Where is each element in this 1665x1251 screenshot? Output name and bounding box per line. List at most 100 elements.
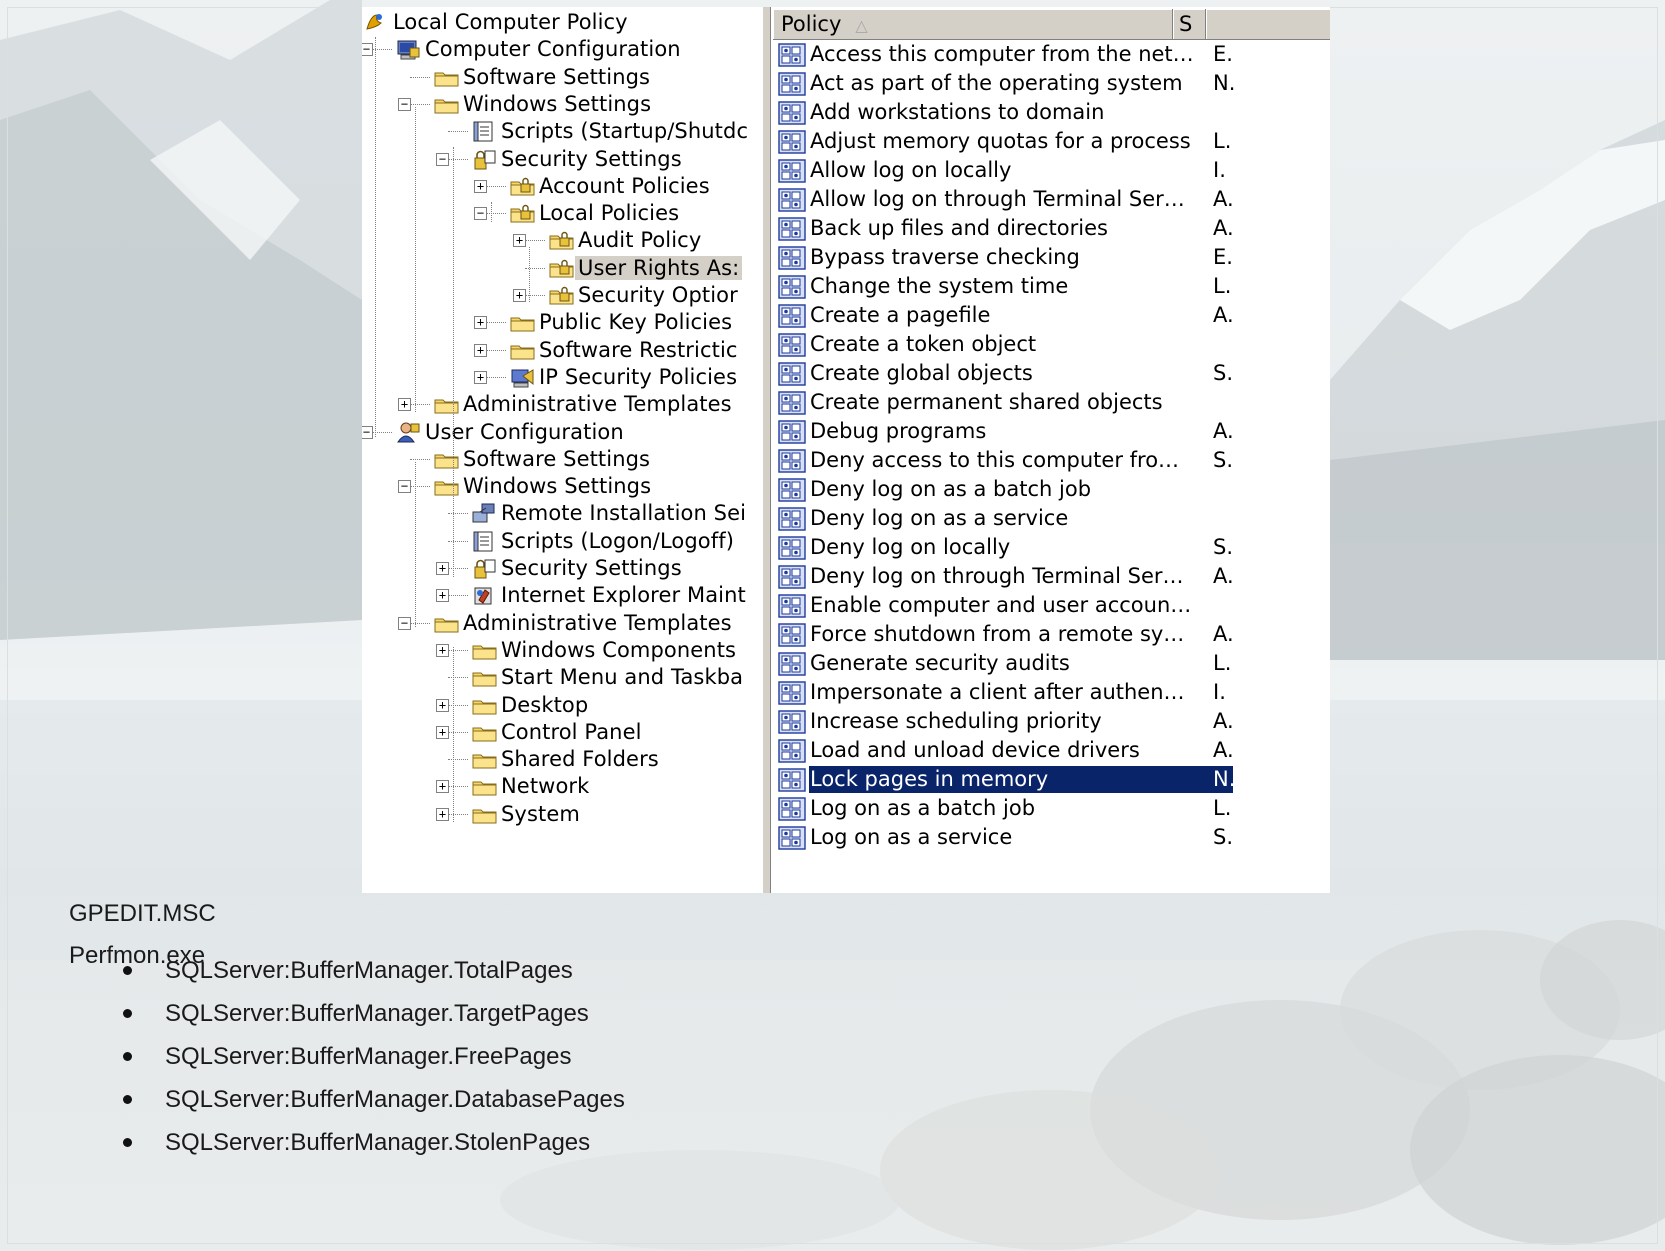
tree-node[interactable]: IP Security Policies	[508, 364, 740, 390]
tree-node[interactable]: Windows Settings	[432, 473, 654, 499]
tree-node[interactable]: User Configuration	[394, 419, 627, 445]
collapse-node-button[interactable]: −	[398, 480, 411, 494]
expand-node-button[interactable]: +	[436, 698, 449, 712]
policy-row[interactable]: Change the system time L.	[773, 272, 1330, 301]
policy-row[interactable]: Log on as a service S.	[773, 823, 1330, 852]
policy-tree-pane[interactable]: Local Computer Policy − Computer Configura…	[362, 7, 762, 893]
tree-node[interactable]: Audit Policy	[547, 227, 704, 253]
policy-name: Create permanent shared objects	[810, 390, 1163, 414]
policy-list-pane[interactable]: Policy △ S Access this computer from the …	[773, 7, 1330, 893]
policy-name: Increase scheduling priority	[810, 709, 1102, 733]
policy-row[interactable]: Load and unload device drivers A.	[773, 736, 1330, 765]
tree-node[interactable]: Scripts (Startup/Shutdc	[470, 118, 751, 144]
tree-node[interactable]: Local Policies	[508, 200, 682, 226]
pane-splitter[interactable]	[762, 7, 771, 893]
tree-node[interactable]: Desktop	[470, 692, 591, 718]
policy-row[interactable]: Act as part of the operating system N.	[773, 69, 1330, 98]
policy-row[interactable]: Enable computer and user accoun…	[773, 591, 1330, 620]
policy-name: Act as part of the operating system	[810, 71, 1183, 95]
tree-node-label: Network	[501, 774, 590, 799]
expand-node-button[interactable]: +	[513, 289, 526, 302]
expand-node-button[interactable]: +	[436, 562, 449, 575]
tree-node[interactable]: User Rights As:	[547, 255, 743, 281]
tree-node[interactable]: Network	[470, 773, 592, 799]
policy-setting-icon	[777, 419, 809, 445]
policy-row[interactable]: Deny access to this computer fro… S.	[773, 446, 1330, 475]
tree-node[interactable]: Remote Installation Sei	[470, 500, 749, 526]
tree-node[interactable]: Shared Folders	[470, 746, 662, 772]
expand-node-button[interactable]: +	[513, 234, 526, 248]
tree-node[interactable]: Internet Explorer Maint	[470, 582, 749, 608]
tree-node[interactable]: Windows Settings	[432, 91, 654, 117]
policy-setting-icon	[777, 738, 809, 764]
policy-row[interactable]: Deny log on through Terminal Ser… A.	[773, 562, 1330, 591]
tree-node[interactable]: Administrative Templates	[432, 610, 735, 636]
policy-row[interactable]: Impersonate a client after authen… I.	[773, 678, 1330, 707]
policy-row[interactable]: Create a pagefile A.	[773, 301, 1330, 330]
policy-row[interactable]: Allow log on through Terminal Ser… A.	[773, 185, 1330, 214]
tree-node[interactable]: Security Optior	[547, 282, 741, 308]
column-header-setting[interactable]: S	[1173, 9, 1206, 39]
tree-node[interactable]: Software Settings	[432, 446, 653, 472]
tree-node[interactable]: Scripts (Logon/Logoff)	[470, 528, 737, 554]
column-header-policy[interactable]: Policy △	[773, 9, 1173, 39]
caption-gpedit: GPEDIT.MSC	[69, 900, 216, 927]
policy-row[interactable]: Increase scheduling priority A.	[773, 707, 1330, 736]
policy-name: Deny log on locally	[810, 535, 1011, 559]
expand-node-button[interactable]: +	[436, 643, 449, 657]
policy-row[interactable]: Allow log on locally I.	[773, 156, 1330, 185]
policy-name: Change the system time	[810, 274, 1069, 298]
policy-setting-icon	[777, 825, 809, 851]
collapse-node-button[interactable]: −	[474, 207, 487, 221]
collapse-node-button[interactable]: −	[398, 616, 411, 630]
policy-row[interactable]: Debug programs A.	[773, 417, 1330, 446]
expand-node-button[interactable]: +	[474, 316, 487, 330]
tree-node[interactable]: Administrative Templates	[432, 391, 735, 417]
collapse-node-button[interactable]: −	[362, 425, 373, 439]
policy-row[interactable]: Add workstations to domain	[773, 98, 1330, 127]
tree-node[interactable]: Windows Components	[470, 637, 739, 663]
policy-setting-value: A.	[1213, 187, 1234, 211]
policy-row[interactable]: Log on as a batch job L.	[773, 794, 1330, 823]
policy-row[interactable]: Create permanent shared objects	[773, 388, 1330, 417]
tree-node[interactable]: Software Settings	[432, 64, 653, 90]
expand-node-button[interactable]: +	[436, 725, 449, 739]
policy-row[interactable]: Create a token object	[773, 330, 1330, 359]
policy-row[interactable]: Deny log on as a batch job	[773, 475, 1330, 504]
policy-setting-value: L.	[1213, 651, 1232, 675]
tree-node[interactable]: Account Policies	[508, 173, 713, 199]
expand-node-button[interactable]: +	[436, 780, 449, 794]
tree-node[interactable]: Computer Configuration	[394, 36, 684, 62]
bullet-icon	[123, 1009, 132, 1018]
collapse-node-button[interactable]: −	[362, 43, 373, 57]
tree-node-label: Software Restrictic	[539, 337, 738, 362]
policy-row[interactable]: Back up files and directories A.	[773, 214, 1330, 243]
tree-node[interactable]: Security Settings	[470, 555, 685, 581]
expand-node-button[interactable]: +	[474, 370, 487, 384]
policy-row[interactable]: Generate security audits L.	[773, 649, 1330, 678]
policy-name: Create global objects	[810, 361, 1033, 385]
policy-setting-value: L.	[1213, 796, 1232, 820]
collapse-node-button[interactable]: −	[436, 152, 449, 166]
expand-node-button[interactable]: +	[436, 589, 449, 603]
policy-row[interactable]: Force shutdown from a remote sy… A.	[773, 620, 1330, 649]
tree-node[interactable]: System	[470, 801, 583, 827]
policy-row[interactable]: Deny log on locally S.	[773, 533, 1330, 562]
expand-node-button[interactable]: +	[474, 343, 487, 357]
tree-node[interactable]: Start Menu and Taskba	[470, 664, 746, 690]
policy-row[interactable]: Lock pages in memory N.	[773, 765, 1330, 794]
tree-node[interactable]: Software Restrictic	[508, 337, 741, 363]
tree-node[interactable]: Security Settings	[470, 146, 685, 172]
policy-row[interactable]: Create global objects S.	[773, 359, 1330, 388]
expand-node-button[interactable]: +	[398, 398, 411, 412]
tree-node[interactable]: Control Panel	[470, 719, 645, 745]
collapse-node-button[interactable]: −	[398, 97, 411, 111]
policy-row[interactable]: Access this computer from the net… E.	[773, 40, 1330, 69]
expand-node-button[interactable]: +	[436, 807, 449, 821]
policy-row[interactable]: Adjust memory quotas for a process L.	[773, 127, 1330, 156]
policy-row[interactable]: Bypass traverse checking E.	[773, 243, 1330, 272]
tree-node[interactable]: Public Key Policies	[508, 309, 735, 335]
expand-node-button[interactable]: +	[474, 179, 487, 193]
policy-row[interactable]: Deny log on as a service	[773, 504, 1330, 533]
tree-node[interactable]: Local Computer Policy	[362, 9, 631, 35]
